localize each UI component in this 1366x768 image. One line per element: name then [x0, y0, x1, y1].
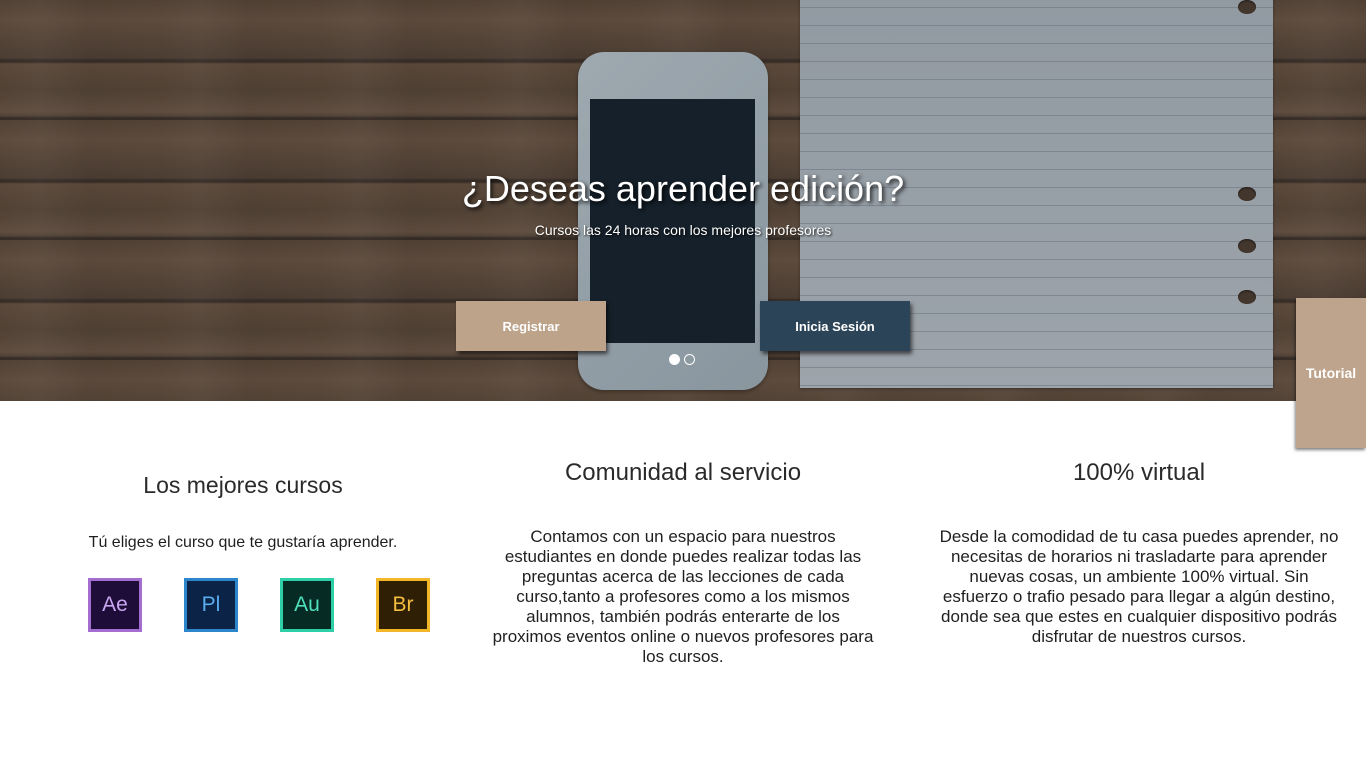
carousel-dot-2[interactable]: [684, 354, 695, 365]
carousel-indicators: [669, 354, 695, 365]
feature-text: Contamos con un espacio para nuestros es…: [492, 527, 874, 666]
prelude-icon[interactable]: Pl: [184, 578, 238, 632]
feature-title: 100% virtual: [1072, 459, 1206, 486]
hero-subtitle: Cursos las 24 horas con los mejores prof…: [534, 222, 832, 238]
bridge-icon[interactable]: Br: [376, 578, 430, 632]
feature-title: Comunidad al servicio: [564, 459, 802, 486]
login-button[interactable]: Inicia Sesión: [760, 301, 910, 351]
audition-icon[interactable]: Au: [280, 578, 334, 632]
after-effects-icon[interactable]: Ae: [88, 578, 142, 632]
carousel-dot-1[interactable]: [669, 354, 680, 365]
hero-title: ¿Deseas aprender edición?: [461, 168, 905, 209]
feature-text: Desde la comodidad de tu casa puedes apr…: [939, 527, 1339, 646]
hero-carousel: ¿Deseas aprender edición? Cursos las 24 …: [0, 0, 1366, 401]
course-app-icons: Ae Pl Au Br: [88, 578, 430, 632]
register-button[interactable]: Registrar: [456, 301, 606, 351]
feature-title: Los mejores cursos: [143, 472, 343, 498]
feature-text: Tú eliges el curso que te gustaría apren…: [88, 534, 398, 551]
tutorial-tab[interactable]: Tutorial: [1296, 298, 1366, 448]
